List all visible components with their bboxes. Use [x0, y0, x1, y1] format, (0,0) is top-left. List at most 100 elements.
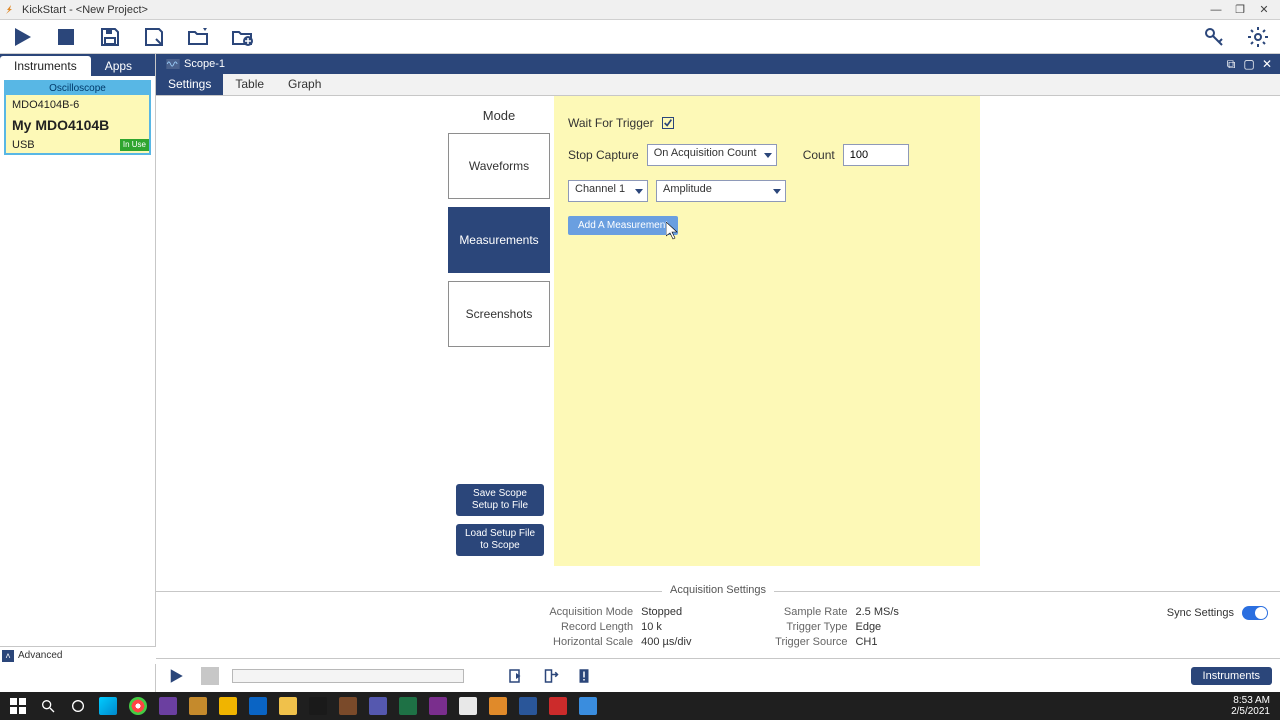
- app-icon-4[interactable]: [454, 694, 482, 718]
- progress-bar: [232, 669, 464, 683]
- instrument-status-badge: In Use: [120, 139, 149, 151]
- key-button[interactable]: [1198, 23, 1230, 51]
- new-project-button[interactable]: [226, 23, 258, 51]
- document-tab[interactable]: Scope-1: [160, 58, 231, 70]
- subtab-graph[interactable]: Graph: [276, 74, 333, 95]
- settings-panel: Mode Waveforms Measurements Screenshots …: [156, 96, 1280, 591]
- onenote-icon[interactable]: [424, 694, 452, 718]
- acrobat-icon[interactable]: [544, 694, 572, 718]
- sync-settings-label: Sync Settings: [1167, 607, 1234, 619]
- word-icon[interactable]: [514, 694, 542, 718]
- wait-trigger-label: Wait For Trigger: [568, 116, 654, 130]
- count-input[interactable]: [843, 144, 909, 166]
- subtab-settings[interactable]: Settings: [156, 74, 223, 95]
- app-title: KickStart - <New Project>: [22, 4, 148, 16]
- minimize-button[interactable]: —: [1204, 2, 1228, 18]
- windows-taskbar: 8:53 AM 2/5/2021: [0, 692, 1280, 720]
- subtab-table[interactable]: Table: [223, 74, 276, 95]
- explorer-icon[interactable]: [274, 694, 302, 718]
- system-clock[interactable]: 8:53 AM 2/5/2021: [1231, 695, 1276, 717]
- document-tab-bar: Scope-1 ⧉ ▢ ✕: [156, 54, 1280, 74]
- maximize-button[interactable]: ❐: [1228, 2, 1252, 18]
- settings-button[interactable]: [1242, 23, 1274, 51]
- trigger-type-label: Trigger Type: [751, 621, 847, 633]
- acquisition-title: Acquisition Settings: [662, 584, 774, 596]
- record-length-value: 10 k: [641, 621, 662, 633]
- channel-select[interactable]: Channel 1: [568, 180, 648, 202]
- save-button[interactable]: [94, 23, 126, 51]
- app-icon-2[interactable]: [214, 694, 242, 718]
- app-icon-6[interactable]: [574, 694, 602, 718]
- wait-trigger-checkbox[interactable]: [662, 117, 674, 129]
- run-button[interactable]: [6, 23, 38, 51]
- horizontal-scale-value: 400 µs/div: [641, 636, 691, 648]
- document-tab-label: Scope-1: [184, 58, 225, 70]
- measurements-config-panel: Wait For Trigger Stop Capture On Acquisi…: [554, 96, 980, 566]
- mode-measurements[interactable]: Measurements: [448, 207, 550, 273]
- search-icon[interactable]: [34, 694, 62, 718]
- measurement-type-select[interactable]: Amplitude: [656, 180, 786, 202]
- acq-mode-value: Stopped: [641, 606, 682, 618]
- instrument-card[interactable]: Oscilloscope MDO4104B-6 My MDO4104B USB …: [4, 80, 151, 155]
- cortana-icon[interactable]: [64, 694, 92, 718]
- trigger-source-value: CH1: [855, 636, 877, 648]
- instrument-kind: Oscilloscope: [6, 82, 149, 95]
- stop-button[interactable]: [50, 23, 82, 51]
- sub-tab-bar: Settings Table Graph: [156, 74, 1280, 96]
- export-icon[interactable]: [538, 664, 562, 688]
- vs-icon[interactable]: [154, 694, 182, 718]
- popout-icon[interactable]: ⧉: [1222, 56, 1240, 72]
- left-tab-bar: Instruments Apps: [0, 54, 155, 76]
- load-scope-setup-button[interactable]: Load Setup File to Scope: [456, 524, 544, 556]
- alert-icon[interactable]: [572, 664, 596, 688]
- step-in-icon[interactable]: [504, 664, 528, 688]
- tab-instruments[interactable]: Instruments: [0, 56, 91, 76]
- mode-waveforms[interactable]: Waveforms: [448, 133, 550, 199]
- stop-capture-label: Stop Capture: [568, 148, 639, 162]
- pycharm-icon[interactable]: [304, 694, 332, 718]
- add-measurement-button[interactable]: Add A Measurement: [568, 216, 678, 235]
- save-as-button[interactable]: [138, 23, 170, 51]
- stop-capture-select[interactable]: On Acquisition Count: [647, 144, 777, 166]
- scope-icon: [166, 59, 178, 69]
- teams-icon[interactable]: [364, 694, 392, 718]
- status-bar: Instruments: [156, 658, 1280, 692]
- excel-icon[interactable]: [394, 694, 422, 718]
- instrument-name: My MDO4104B: [12, 117, 143, 133]
- mode-screenshots[interactable]: Screenshots: [448, 281, 550, 347]
- instruments-pill-button[interactable]: Instruments: [1191, 667, 1272, 685]
- save-scope-setup-button[interactable]: Save Scope Setup to File: [456, 484, 544, 516]
- maximize-doc-icon[interactable]: ▢: [1240, 56, 1258, 72]
- instrument-connection: USB: [12, 139, 35, 151]
- close-button[interactable]: ✕: [1252, 2, 1276, 18]
- advanced-toggle[interactable]: ˄ Advanced: [0, 646, 156, 664]
- trigger-source-label: Trigger Source: [751, 636, 847, 648]
- app-icon-5[interactable]: [484, 694, 512, 718]
- sample-rate-label: Sample Rate: [751, 606, 847, 618]
- run-small-button[interactable]: [164, 664, 188, 688]
- start-button[interactable]: [4, 694, 32, 718]
- close-doc-icon[interactable]: ✕: [1258, 56, 1276, 72]
- tab-apps[interactable]: Apps: [91, 56, 146, 76]
- app-icon-1[interactable]: [184, 694, 212, 718]
- open-button[interactable]: [182, 23, 214, 51]
- app-icon-3[interactable]: [334, 694, 362, 718]
- chevron-up-icon: ˄: [2, 650, 14, 662]
- main-toolbar: [0, 20, 1280, 54]
- chrome-icon[interactable]: [124, 694, 152, 718]
- sample-rate-value: 2.5 MS/s: [855, 606, 898, 618]
- outlook-icon[interactable]: [244, 694, 272, 718]
- sync-settings-toggle[interactable]: [1242, 606, 1268, 620]
- app-icon: [4, 4, 16, 16]
- horizontal-scale-label: Horizontal Scale: [537, 636, 633, 648]
- count-label: Count: [803, 148, 835, 162]
- trigger-type-value: Edge: [855, 621, 881, 633]
- title-bar: KickStart - <New Project> — ❐ ✕: [0, 0, 1280, 20]
- acq-mode-label: Acquisition Mode: [537, 606, 633, 618]
- instrument-model: MDO4104B-6: [12, 99, 143, 111]
- edge-icon[interactable]: [94, 694, 122, 718]
- mode-title: Mode: [448, 108, 550, 123]
- advanced-label: Advanced: [18, 650, 62, 661]
- stop-small-button[interactable]: [198, 664, 222, 688]
- record-length-label: Record Length: [537, 621, 633, 633]
